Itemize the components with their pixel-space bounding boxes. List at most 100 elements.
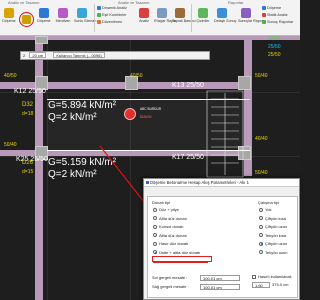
ribbon-toolbar: Analiz ve Tasarım Analiz ve Tasarım Rapo… <box>0 0 300 36</box>
ribbon-group-title: Analiz ve Tasarım <box>118 0 150 5</box>
work-type-option[interactable]: Tekyön kısa <box>259 233 286 238</box>
report-button[interactable]: Sonuçlar Rapor <box>238 7 263 29</box>
slab-parameters-dialog[interactable]: Döşeme Betonarme Hesap Akış Parametreler… <box>143 178 300 300</box>
slab-calc-label: Döşeme <box>37 19 51 23</box>
report-icon <box>241 8 251 18</box>
reinforcement-type-option[interactable]: Konsol donatı <box>153 224 183 229</box>
work-type-option-label: Tekyön uzun <box>265 249 288 255</box>
work-type-option-label: Yok <box>265 207 272 212</box>
drawings-icon <box>198 8 208 18</box>
drawings-button[interactable]: Çizimler <box>195 7 211 29</box>
results-label: Detaylı Sonuç <box>214 19 237 23</box>
slab-id: D26 <box>22 160 34 166</box>
work-type-option[interactable]: Çiftyön uzun <box>259 224 287 229</box>
app-logo-icon <box>146 181 149 184</box>
reinforcement-type-option[interactable]: Hasır düz donatı <box>153 241 188 246</box>
work-type-option[interactable]: Tekyön uzun <box>259 250 287 255</box>
column[interactable] <box>35 36 48 44</box>
reinforcement-type-option[interactable]: Üstte + altta düz donatı <box>153 250 200 255</box>
slab-calc-icon <box>39 8 49 18</box>
checkbox-icon <box>252 274 256 279</box>
dimension-label: 25/50 <box>268 44 281 50</box>
field-label: Sağ gergeli mesafe : <box>152 284 189 289</box>
edit-icon <box>97 20 101 24</box>
watermark-text: ABC BURDUR <box>140 107 162 111</box>
wind-label: Rüzgar Rapor <box>154 19 177 23</box>
slab-properties-bar: 2 20 cm Kullanıcı Tanımlı (...0096) <box>20 51 210 60</box>
dimension-label: 30/50 <box>268 36 281 42</box>
results-button[interactable]: Detaylı Sonuç <box>214 7 237 29</box>
ratio-input[interactable]: 1.60 <box>252 282 270 288</box>
tab-content: Donatı tipi Düz + pilye Altta düz donatı K… <box>147 196 298 298</box>
beam-design-button[interactable] <box>19 12 34 27</box>
ribbon-small-item-label: Dinamik Analiz <box>102 6 127 10</box>
fem-button[interactable]: Sonlu Eleman <box>74 7 96 29</box>
section-title: Çalışma tipi <box>258 200 279 205</box>
ribbon-separator <box>191 4 192 32</box>
ribbon-small-item[interactable]: Düzenlenen <box>97 20 122 24</box>
ribbon-small-item[interactable]: Sonuç Raporlar <box>262 20 293 24</box>
radio-icon <box>153 233 157 238</box>
slab-button[interactable]: Döşeme <box>1 7 17 29</box>
wind-icon <box>157 8 167 18</box>
reinforcement-type-option-label: Düz + pilye <box>159 207 179 212</box>
reinforcement-type-option[interactable]: Altta düz donatı <box>153 233 187 238</box>
dimension-label: 40/50 <box>4 73 17 79</box>
dimension-label: 25/50 <box>268 52 281 58</box>
live-load-label: Q=2 kN/m² <box>48 112 97 123</box>
length-value: 375.0 cm <box>272 282 289 287</box>
stairs-button[interactable]: Merdiven <box>55 7 71 29</box>
live-load-label: Q=2 kN/m² <box>48 169 97 180</box>
props-prefix: 2 <box>23 53 26 58</box>
dialog-tabs: Akış TipiDüz Döşeme Parametreleri <box>147 189 227 207</box>
dialog-title: Döşeme Betonarme Hesap Akış Parametreler… <box>150 180 249 185</box>
ribbon-separator <box>94 4 95 32</box>
dimension-label: 50/40 <box>4 142 17 148</box>
work-type-option[interactable]: Çiftyön uzun <box>259 241 287 246</box>
beam-label: K17 25/50 <box>172 154 204 161</box>
list-icon <box>97 13 101 17</box>
settings-icon <box>97 6 101 10</box>
reinforcement-type-option[interactable]: Altta düz donatı <box>153 216 187 221</box>
soil-button[interactable]: Toprak Basıncı <box>172 7 196 29</box>
work-type-option-label: Tekyön kısa <box>265 232 287 238</box>
slab-thickness-field[interactable]: 20 cm <box>29 52 47 58</box>
mesh-checkbox-label: Hasırlı kullanılacak <box>258 274 292 279</box>
mesh-checkbox[interactable]: Hasırlı kullanılacak <box>252 274 292 279</box>
dialog-title-bar[interactable]: Döşeme Betonarme Hesap Akış Parametreler… <box>144 179 299 187</box>
ribbon-group-title: Analiz ve Tasarım <box>8 0 40 5</box>
reinforcement-type-option-label: Altta düz donatı <box>159 215 187 221</box>
radio-icon <box>259 224 263 229</box>
reinforcement-type-option-label: Konsol donatı <box>159 224 184 229</box>
chart-icon <box>262 6 266 10</box>
slab-type-field[interactable]: Kullanıcı Tanımlı (...0096) <box>53 52 105 58</box>
reinforcement-type-option[interactable]: Düz + pilye <box>153 207 179 212</box>
ribbon-small-item[interactable]: Eşit Kombinler <box>97 13 126 17</box>
chart-icon <box>262 20 266 24</box>
work-type-option-label: Çiftyön uzun <box>265 224 288 229</box>
radio-icon <box>153 250 157 255</box>
chart-icon <box>262 13 266 17</box>
ribbon-small-item[interactable]: Statik Analiz <box>262 13 288 17</box>
ribbon-small-item[interactable]: Döşeme <box>262 6 281 10</box>
work-type-option[interactable]: Çiftyön kısa <box>259 216 286 221</box>
left-offset-input[interactable]: 100.01 cm <box>200 275 240 281</box>
analysis-label: Analiz <box>139 19 149 23</box>
watermark-text: DİZAYN <box>140 115 152 119</box>
field-label: Sol gergeli mesafe : <box>152 275 188 280</box>
analysis-icon <box>139 8 149 18</box>
analysis-button[interactable]: Analiz <box>136 7 152 29</box>
slab-calc-button[interactable]: Döşeme <box>36 7 52 29</box>
work-type-option[interactable]: Yok <box>259 207 272 212</box>
wind-button[interactable]: Rüzgar Rapor <box>154 7 177 29</box>
column[interactable] <box>238 76 251 90</box>
slab-thickness: d=18 <box>22 111 34 117</box>
radio-icon <box>259 216 263 221</box>
soil-label: Toprak Basıncı <box>172 19 196 23</box>
work-type-option-label: Çiftyön uzun <box>265 241 288 246</box>
ribbon-small-item[interactable]: Dinamik Analiz <box>97 6 127 10</box>
soil-icon <box>175 8 185 18</box>
section-title: Donatı tipi <box>152 200 171 205</box>
right-offset-input[interactable]: 100.01 cm <box>200 284 240 290</box>
dimension-label: 50/40 <box>255 170 268 176</box>
